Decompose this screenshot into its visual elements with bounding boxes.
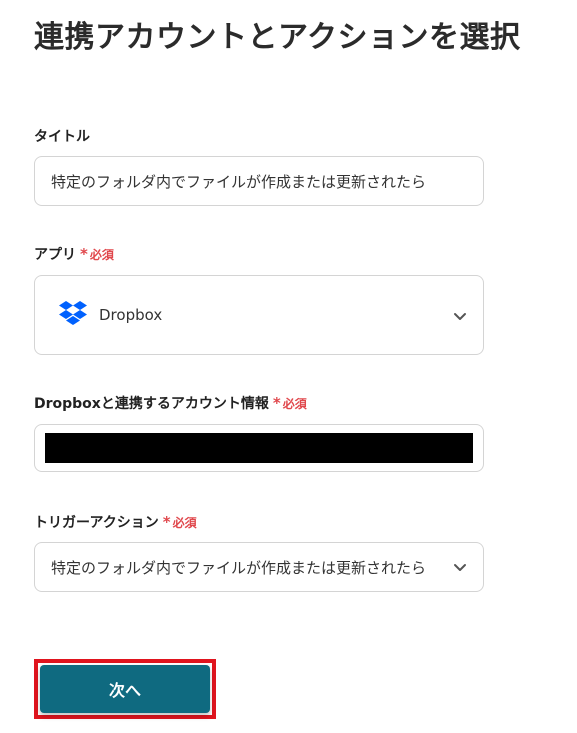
account-select[interactable] — [34, 424, 484, 472]
required-star: * — [162, 512, 171, 531]
title-field-label: タイトル — [34, 126, 90, 146]
app-field-label: アプリ * 必須 — [34, 244, 114, 264]
trigger-field-label: トリガーアクション * 必須 — [34, 512, 197, 532]
required-badge: * 必須 — [163, 514, 197, 531]
account-field-label: Dropboxと連携するアカウント情報 * 必須 — [34, 393, 307, 413]
app-label-text: アプリ — [34, 247, 76, 263]
required-badge: * 必須 — [80, 246, 114, 263]
account-label-text: Dropboxと連携するアカウント情報 — [34, 396, 269, 412]
required-text: 必須 — [172, 515, 197, 530]
dropbox-icon — [57, 297, 89, 333]
page-title: 連携アカウントとアクションを選択 — [34, 20, 521, 55]
chevron-down-icon — [453, 308, 467, 322]
chevron-down-icon — [453, 560, 467, 574]
required-text: 必須 — [282, 396, 307, 411]
title-input[interactable]: 特定のフォルダ内でファイルが作成または更新されたら — [34, 156, 484, 206]
required-star: * — [80, 244, 88, 263]
trigger-select-value: 特定のフォルダ内でファイルが作成または更新されたら — [51, 558, 427, 577]
required-text: 必須 — [89, 247, 114, 262]
next-button[interactable]: 次へ — [40, 665, 210, 713]
required-star: * — [272, 393, 281, 412]
trigger-action-select[interactable]: 特定のフォルダ内でファイルが作成または更新されたら — [34, 542, 484, 592]
app-select[interactable]: Dropbox — [34, 275, 484, 355]
title-label-text: タイトル — [34, 129, 90, 145]
trigger-label-text: トリガーアクション — [34, 515, 159, 531]
required-badge: * 必須 — [273, 395, 307, 412]
app-select-value: Dropbox — [99, 306, 163, 324]
redacted-account-value — [45, 433, 473, 463]
